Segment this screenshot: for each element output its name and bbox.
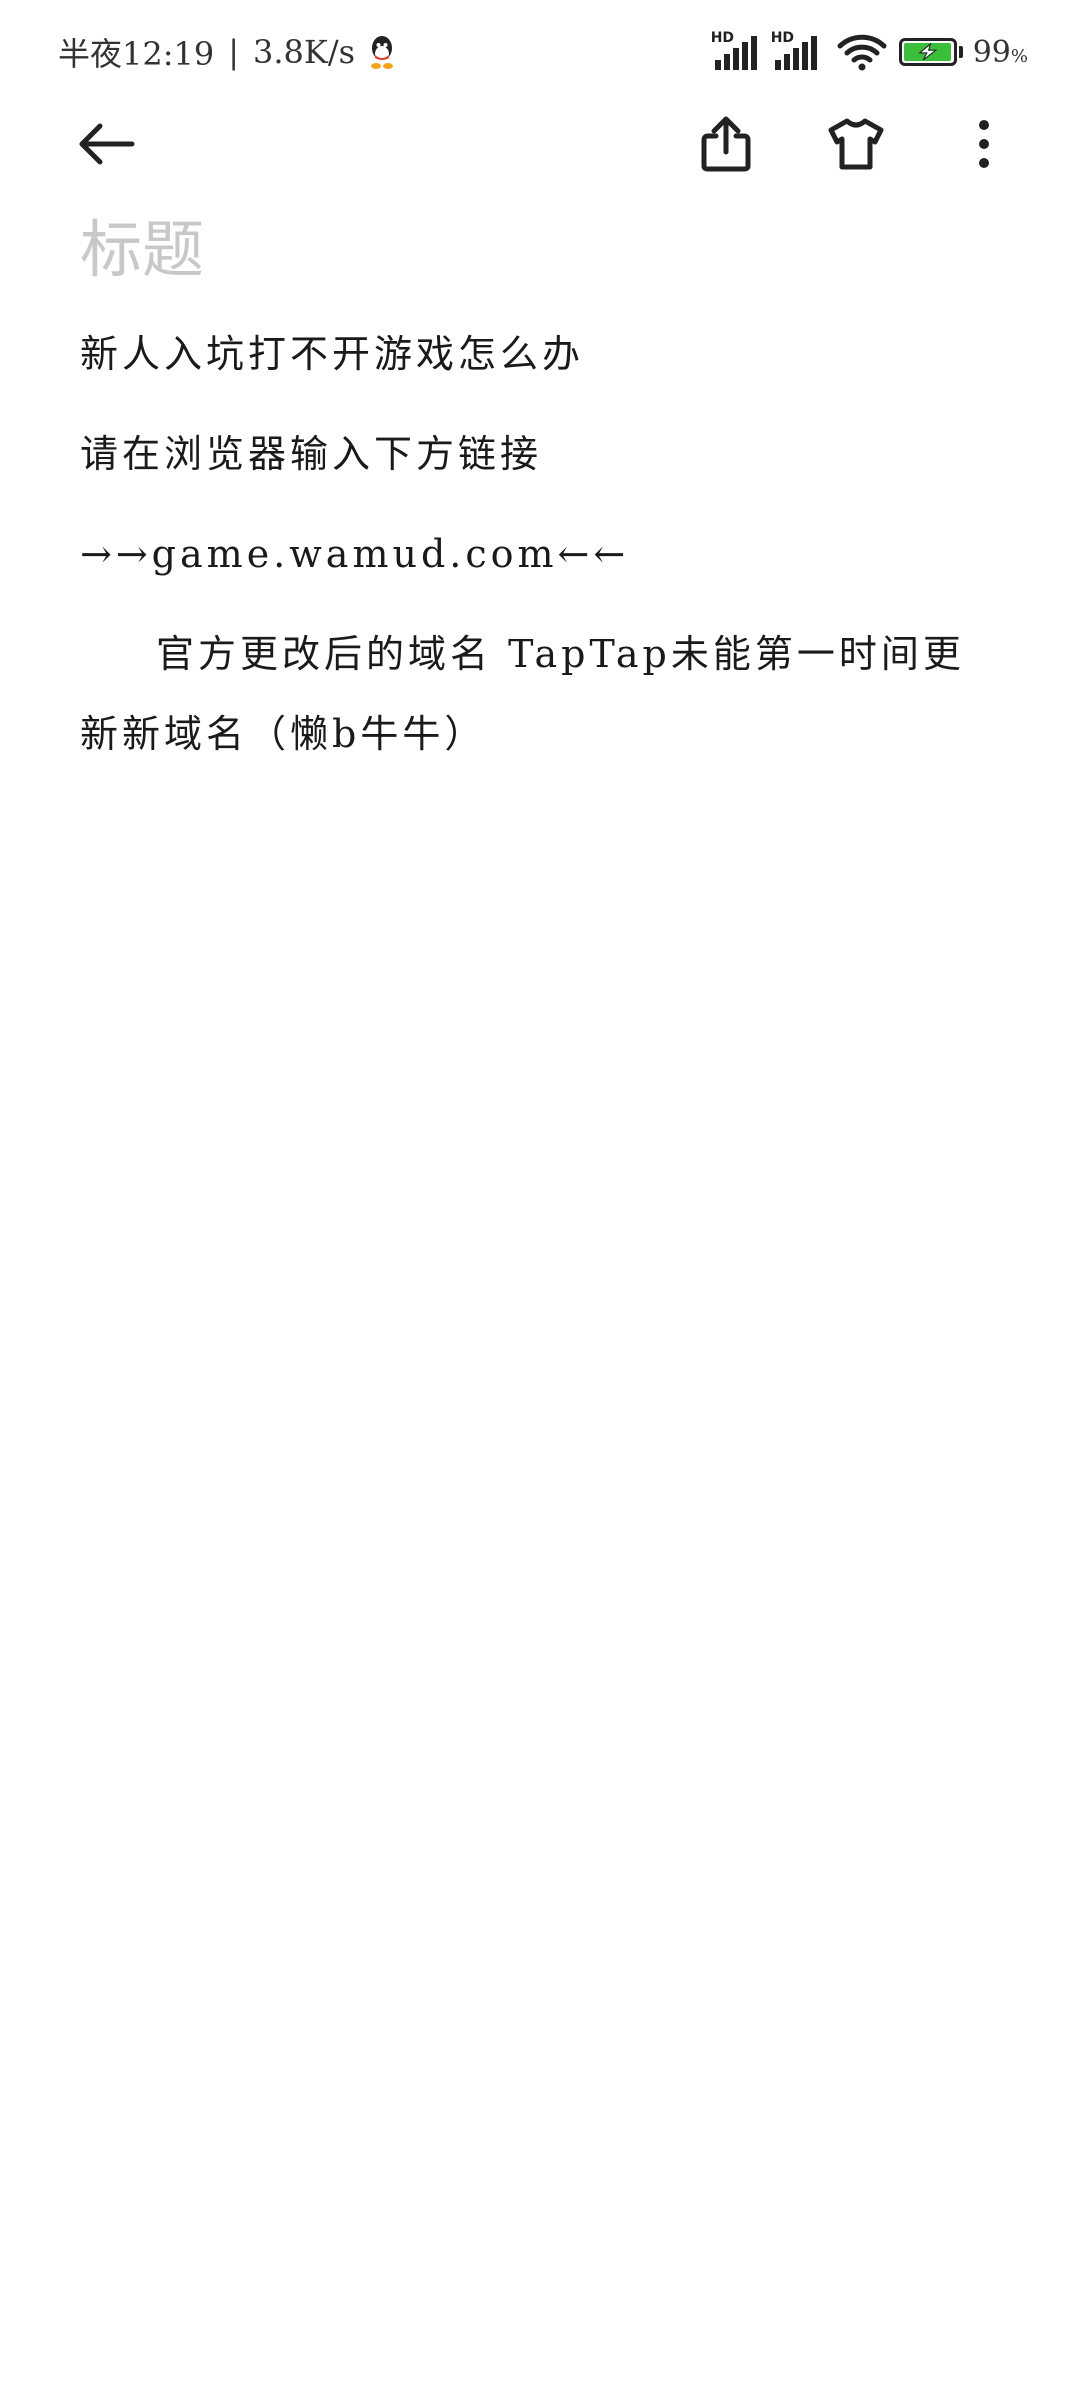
tshirt-icon <box>828 118 884 170</box>
share-button[interactable] <box>690 108 762 180</box>
note-paragraph[interactable]: 官方更改后的域名 TapTap未能第一时间更新新域名（懒b牛牛） <box>80 614 1000 774</box>
back-button[interactable] <box>70 108 142 180</box>
network-speed: 3.8K/s <box>253 33 356 71</box>
note-editor[interactable]: 标题 新人入坑打不开游戏怎么办 请在浏览器输入下方链接 →→game.wamud… <box>80 200 1000 794</box>
more-options-button[interactable] <box>948 108 1020 180</box>
theme-button[interactable] <box>820 108 892 180</box>
note-paragraph[interactable]: 请在浏览器输入下方链接 <box>80 414 1000 494</box>
signal-icon: HD <box>771 30 825 72</box>
signal-icon: HD <box>711 30 765 72</box>
status-bar: 半夜12:19 | 3.8K/s HD HD 99% <box>0 0 1080 104</box>
status-left: 半夜12:19 | 3.8K/s <box>58 28 397 76</box>
status-separator: | <box>228 33 240 71</box>
status-time: 半夜12:19 <box>58 35 215 73</box>
back-arrow-icon <box>79 123 135 165</box>
note-toolbar <box>0 104 1080 184</box>
wifi-icon <box>837 34 887 71</box>
share-icon <box>701 116 751 172</box>
battery-charging-icon: 99% <box>898 34 1028 70</box>
more-vertical-icon <box>979 120 989 168</box>
status-right: HD HD 99% <box>711 28 1028 76</box>
qq-icon <box>367 34 397 70</box>
battery-fill <box>903 42 952 61</box>
charging-bolt-icon <box>917 42 938 61</box>
note-paragraph[interactable]: →→game.wamud.com←← <box>80 514 1000 594</box>
note-title-input[interactable]: 标题 <box>80 200 1000 300</box>
battery-percent: 99% <box>972 34 1028 70</box>
note-paragraph[interactable]: 新人入坑打不开游戏怎么办 <box>80 314 1000 394</box>
